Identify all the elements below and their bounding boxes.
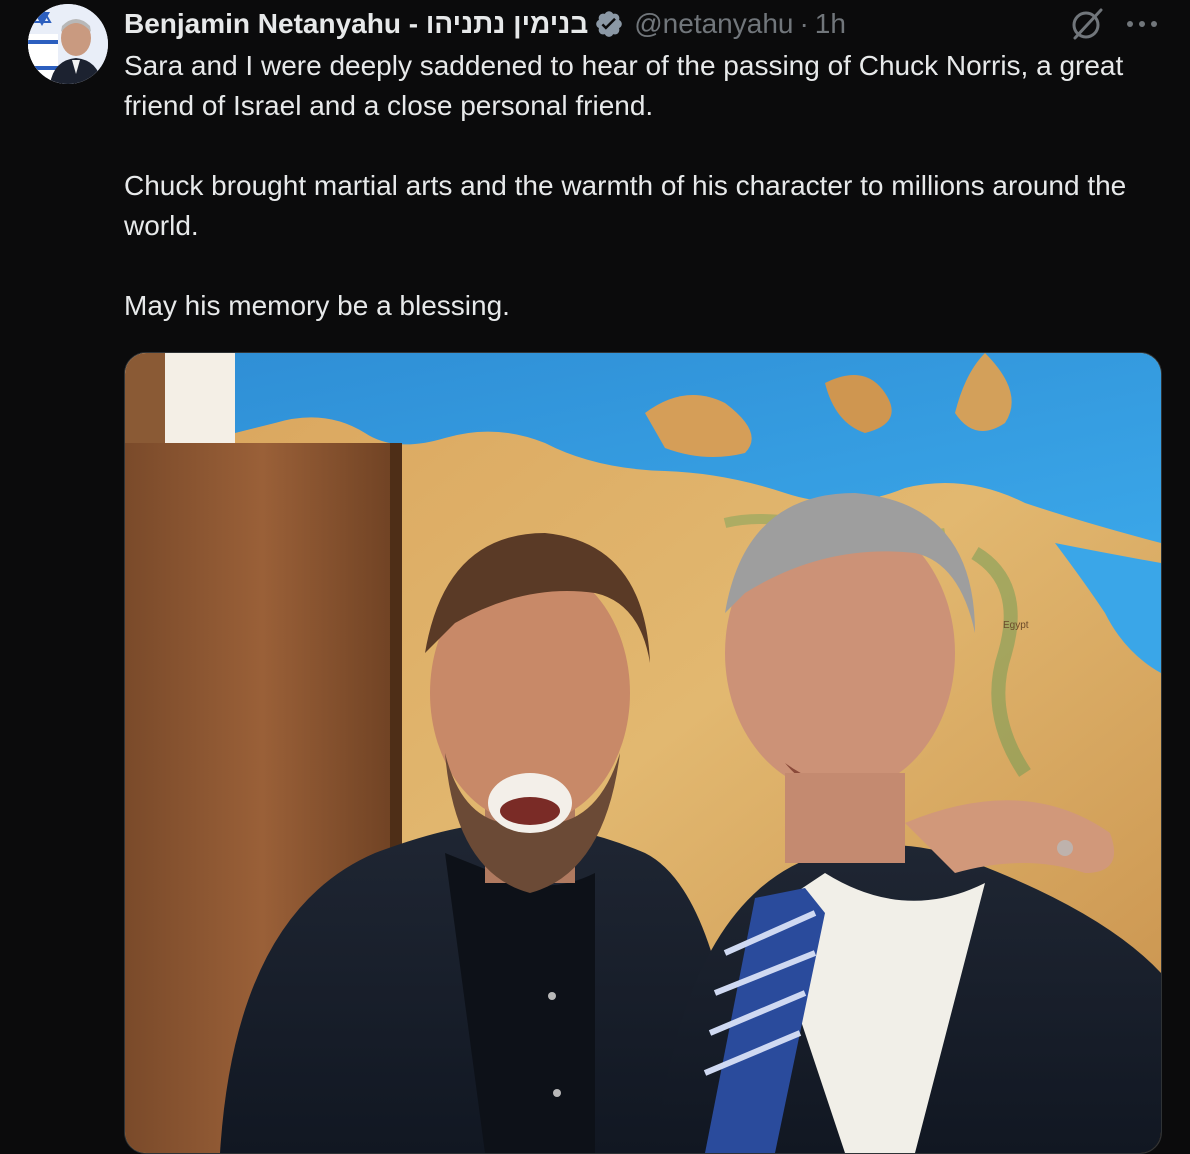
tweet-paragraph: Sara and I were deeply saddened to hear …: [124, 50, 1124, 121]
author-handle[interactable]: @netanyahu: [634, 8, 793, 40]
header-separator: ·: [799, 8, 809, 39]
more-icon[interactable]: [1124, 8, 1160, 38]
tweet-header: Benjamin Netanyahu - בנימין נתניהו @neta…: [124, 4, 846, 44]
tweet-photo[interactable]: Egypt: [124, 352, 1162, 1154]
verified-badge-icon: [594, 9, 624, 39]
map-label-egypt: Egypt: [1003, 620, 1029, 631]
tweet-paragraph: Chuck brought martial arts and the warmt…: [124, 170, 1127, 241]
avatar-image: [28, 4, 108, 84]
grok-icon[interactable]: [1069, 6, 1105, 42]
tweet-paragraph: May his memory be a blessing.: [124, 290, 510, 321]
photo-image: Egypt: [125, 353, 1161, 1153]
author-avatar[interactable]: [28, 4, 108, 84]
tweet-timestamp[interactable]: 1h: [815, 8, 846, 40]
tweet-text: Sara and I were deeply saddened to hear …: [124, 46, 1154, 326]
author-display-name[interactable]: Benjamin Netanyahu - בנימין נתניהו: [124, 8, 588, 40]
